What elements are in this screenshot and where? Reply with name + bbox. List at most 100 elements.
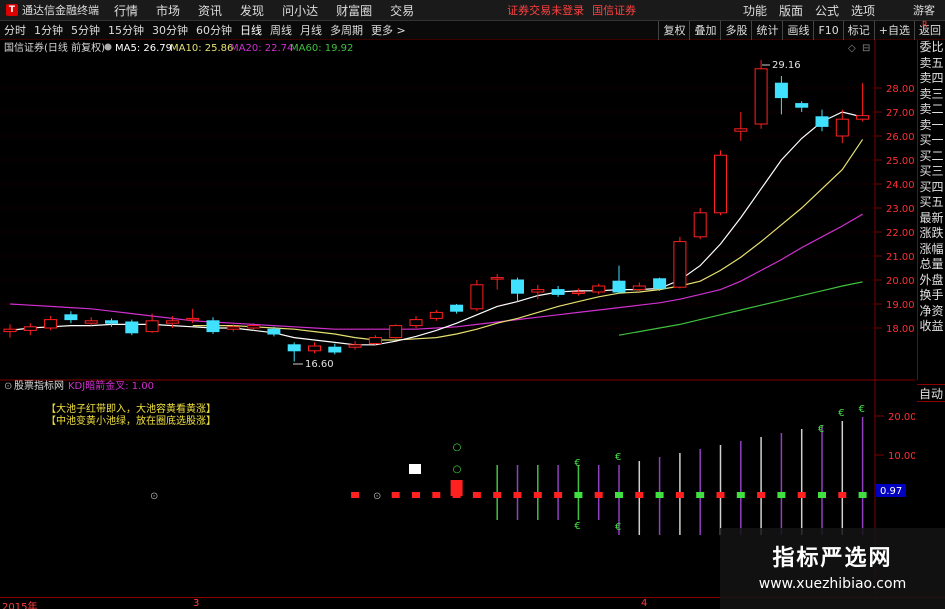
- menu-layout[interactable]: 版面: [773, 2, 809, 19]
- menu-function[interactable]: 功能: [737, 2, 773, 19]
- price-tick-label: 24.00: [886, 180, 915, 191]
- app-logo[interactable]: T 通达信金融终端: [0, 2, 105, 18]
- candle: [23, 323, 37, 336]
- side-ask3[interactable]: 卖三: [919, 87, 943, 103]
- tool-stats[interactable]: 统计: [751, 20, 782, 40]
- kline-chart[interactable]: 国信证券(日线 前复权) MA5: 26.79 MA10: 25.86 MA20…: [0, 40, 915, 595]
- candle: [287, 342, 301, 362]
- guest-user[interactable]: 游客: [903, 2, 945, 18]
- candle-body: [287, 344, 301, 352]
- side-ask4[interactable]: 卖四: [919, 71, 943, 87]
- side-ask2[interactable]: 卖二: [919, 102, 943, 118]
- candle-body: [490, 277, 504, 280]
- side-bid-ratio[interactable]: 委比: [919, 40, 943, 56]
- tool-multi-stock[interactable]: 多股: [720, 20, 751, 40]
- side-turnover[interactable]: 换手: [919, 288, 943, 304]
- menu-news[interactable]: 资讯: [189, 2, 231, 19]
- candle: [612, 265, 626, 294]
- side-earnings[interactable]: 收益: [919, 319, 943, 335]
- sub-square: [818, 492, 826, 498]
- menu-bar: T 通达信金融终端 行情 市场 资讯 发现 问小达 财富圈 交易 证券交易未登录…: [0, 0, 945, 21]
- side-net-asset[interactable]: 净资: [919, 304, 943, 320]
- candle: [389, 324, 403, 339]
- low-label: 16.60: [305, 359, 334, 370]
- date-label-march: 3: [193, 598, 200, 609]
- tool-adjust[interactable]: 复权: [658, 20, 689, 40]
- diamond-icon[interactable]: ◇: [848, 43, 856, 54]
- price-tick-label: 27.00: [886, 108, 915, 119]
- sub-square: [412, 492, 420, 498]
- legend-toggle-icon[interactable]: [104, 43, 112, 51]
- candle: [84, 317, 98, 326]
- period-intraday[interactable]: 分时: [0, 22, 30, 38]
- sub-toggle-icon[interactable]: ⊙: [4, 381, 12, 392]
- side-bid2[interactable]: 买二: [919, 149, 943, 165]
- menu-ask[interactable]: 问小达: [273, 2, 327, 19]
- candle-body: [64, 314, 78, 321]
- menu-wealth[interactable]: 财富圈: [327, 2, 381, 19]
- sub-square: [594, 492, 603, 498]
- tool-draw[interactable]: 画线: [782, 20, 813, 40]
- candle-body: [84, 320, 98, 324]
- sub-square: [513, 492, 522, 498]
- candle-body: [226, 326, 240, 330]
- side-ask5[interactable]: 卖五: [919, 56, 943, 72]
- side-change-pct[interactable]: 涨幅: [919, 242, 943, 258]
- side-volume[interactable]: 总量: [919, 257, 943, 273]
- period-more[interactable]: 更多 >: [367, 22, 410, 38]
- price-tick-label: 26.00: [886, 132, 915, 143]
- auto-button[interactable]: 自动: [917, 384, 945, 402]
- candle-body: [267, 328, 281, 335]
- sub-red-block: [450, 480, 463, 496]
- candle: [815, 109, 829, 132]
- side-outer[interactable]: 外盘: [919, 273, 943, 289]
- period-weekly[interactable]: 周线: [266, 22, 296, 38]
- candle-body: [368, 337, 382, 345]
- side-bid3[interactable]: 买三: [919, 164, 943, 180]
- side-bid4[interactable]: 买四: [919, 180, 943, 196]
- tool-add-watchlist[interactable]: +自选: [873, 20, 914, 40]
- candle-body: [714, 154, 727, 214]
- sub-square: [675, 492, 684, 498]
- trade-login-status[interactable]: 证券交易未登录: [503, 2, 588, 18]
- menu-formula[interactable]: 公式: [809, 2, 845, 19]
- menu-market[interactable]: 市场: [147, 2, 189, 19]
- period-multi[interactable]: 多周期: [326, 22, 367, 38]
- sub-square: [554, 492, 563, 498]
- broker-name[interactable]: 国信证券: [588, 2, 640, 18]
- period-daily[interactable]: 日线: [236, 22, 266, 38]
- side-bid5[interactable]: 买五: [919, 195, 943, 211]
- menu-options[interactable]: 选项: [845, 2, 881, 19]
- side-ask1[interactable]: 卖一: [919, 118, 943, 134]
- period-5min[interactable]: 5分钟: [67, 22, 104, 38]
- sub-square: [716, 492, 725, 498]
- corner-marker: R: [922, 20, 928, 29]
- candle-body: [856, 115, 870, 120]
- candle-body: [145, 320, 159, 333]
- candle: [490, 274, 504, 290]
- collapse-icon[interactable]: ⊟: [862, 43, 870, 54]
- menu-discover[interactable]: 发现: [231, 2, 273, 19]
- period-30min[interactable]: 30分钟: [148, 22, 192, 38]
- sub-square: [351, 492, 360, 498]
- side-change[interactable]: 涨跌: [919, 226, 943, 242]
- chart-area[interactable]: 国信证券(日线 前复权) MA5: 26.79 MA10: 25.86 MA20…: [0, 40, 915, 595]
- tool-back[interactable]: 返回: [914, 20, 945, 40]
- candle: [551, 286, 565, 297]
- period-1min[interactable]: 1分钟: [30, 22, 67, 38]
- side-bid1[interactable]: 买一: [919, 133, 943, 149]
- menu-quotes[interactable]: 行情: [105, 2, 147, 19]
- tool-mark[interactable]: 标记: [842, 20, 874, 40]
- sub-square: [757, 492, 766, 498]
- tool-overlay[interactable]: 叠加: [689, 20, 720, 40]
- tool-f10[interactable]: F10: [813, 20, 842, 40]
- sub-symbol: €: [615, 522, 621, 533]
- period-monthly[interactable]: 月线: [296, 22, 326, 38]
- candle-body: [653, 278, 667, 289]
- menu-trade[interactable]: 交易: [381, 2, 423, 19]
- period-60min[interactable]: 60分钟: [192, 22, 236, 38]
- side-latest[interactable]: 最新: [919, 211, 943, 227]
- price-tick-label: 22.00: [886, 228, 915, 239]
- period-15min[interactable]: 15分钟: [104, 22, 148, 38]
- candle-body: [23, 326, 37, 331]
